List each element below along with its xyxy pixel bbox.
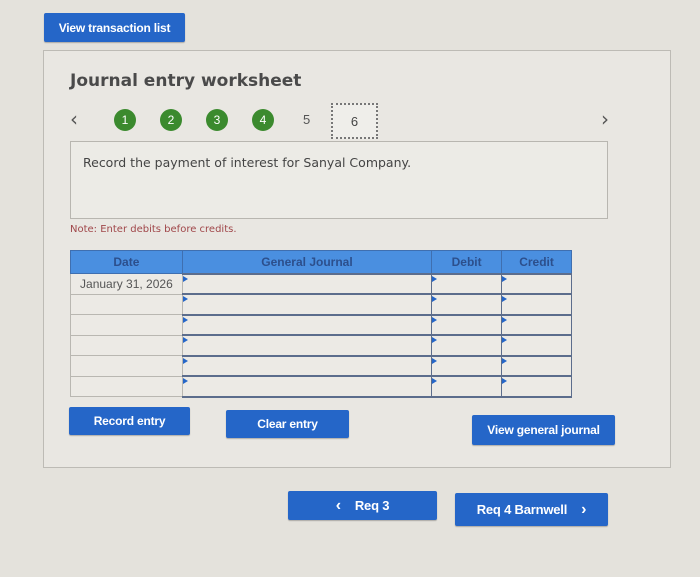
table-row xyxy=(70,293,572,316)
header-date: Date xyxy=(70,250,183,274)
table-row xyxy=(70,354,572,377)
header-debit: Debit xyxy=(431,250,503,274)
journal-table: Date General Journal Debit Credit Januar… xyxy=(70,250,572,398)
account-input[interactable] xyxy=(181,354,433,377)
chevron-left-icon[interactable]: ‹ xyxy=(70,107,78,131)
view-general-journal-button[interactable]: View general journal xyxy=(472,415,615,445)
step-6-current[interactable]: 6 xyxy=(331,103,378,139)
view-transaction-list-button[interactable]: View transaction list xyxy=(44,13,185,42)
step-navigator: ‹ 1 2 3 4 5 6 › xyxy=(44,103,672,139)
table-row xyxy=(70,313,572,336)
table-row xyxy=(70,334,572,357)
account-input[interactable] xyxy=(181,293,433,316)
next-requirement-button[interactable]: Req 4 Barnwell › xyxy=(455,493,608,526)
credit-input[interactable] xyxy=(501,313,572,336)
header-general-journal: General Journal xyxy=(181,250,433,274)
debit-input[interactable] xyxy=(431,375,503,398)
record-entry-button[interactable]: Record entry xyxy=(69,407,190,435)
credit-input[interactable] xyxy=(501,354,572,377)
account-input[interactable] xyxy=(181,375,433,398)
step-3[interactable]: 3 xyxy=(206,109,228,131)
instruction-text: Record the payment of interest for Sanya… xyxy=(83,155,412,170)
date-cell xyxy=(70,293,183,315)
next-requirement-label: Req 4 Barnwell xyxy=(476,502,568,517)
debit-input[interactable] xyxy=(431,354,503,377)
chevron-left-icon: ‹ xyxy=(335,496,341,514)
table-row: January 31, 2026 xyxy=(70,272,572,295)
chevron-right-icon: › xyxy=(581,500,587,518)
date-cell xyxy=(70,334,183,356)
table-header-row: Date General Journal Debit Credit xyxy=(70,250,572,274)
step-4[interactable]: 4 xyxy=(252,109,274,131)
account-input[interactable] xyxy=(181,334,433,357)
date-cell: January 31, 2026 xyxy=(70,273,183,295)
account-input[interactable] xyxy=(181,313,433,336)
date-cell xyxy=(70,355,183,377)
step-5[interactable]: 5 xyxy=(303,112,310,127)
credit-input[interactable] xyxy=(501,272,572,295)
account-input[interactable] xyxy=(181,272,433,295)
prev-requirement-label: Req 3 xyxy=(354,498,390,513)
worksheet-title: Journal entry worksheet xyxy=(70,71,302,91)
credit-input[interactable] xyxy=(501,293,572,316)
debit-input[interactable] xyxy=(431,334,503,357)
credit-input[interactable] xyxy=(501,375,572,398)
chevron-right-icon[interactable]: › xyxy=(601,107,609,131)
table-row xyxy=(70,375,572,398)
credit-input[interactable] xyxy=(501,334,572,357)
date-cell xyxy=(70,375,183,397)
journal-entry-worksheet-panel: Journal entry worksheet ‹ 1 2 3 4 5 6 › … xyxy=(43,50,671,468)
clear-entry-button[interactable]: Clear entry xyxy=(226,410,349,438)
header-credit: Credit xyxy=(501,250,572,274)
debit-input[interactable] xyxy=(431,293,503,316)
debit-input[interactable] xyxy=(431,272,503,295)
instruction-box: Record the payment of interest for Sanya… xyxy=(70,141,608,219)
note-text: Note: Enter debits before credits. xyxy=(70,224,237,235)
prev-requirement-button[interactable]: ‹ Req 3 xyxy=(288,491,437,520)
step-1[interactable]: 1 xyxy=(114,109,136,131)
date-cell xyxy=(70,314,183,336)
step-2[interactable]: 2 xyxy=(160,109,182,131)
debit-input[interactable] xyxy=(431,313,503,336)
